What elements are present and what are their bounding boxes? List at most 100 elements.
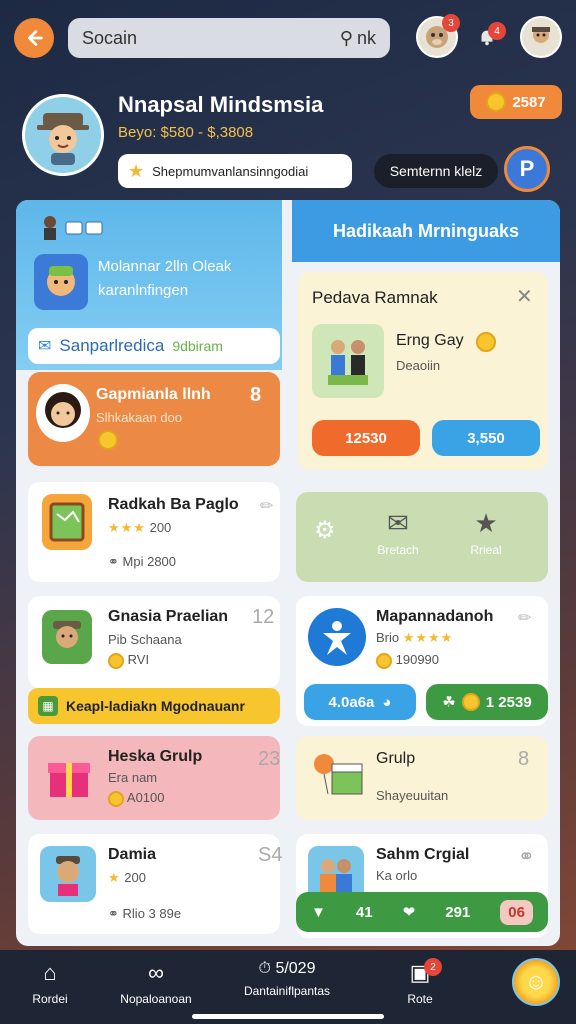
- list-card[interactable]: Mapannadanoh Brio ★★★★ 190990 ✏ 4.0a6a ◕ …: [296, 596, 548, 726]
- list-card[interactable]: Heska Grulp Era nam A0100 23: [28, 736, 280, 820]
- search-input[interactable]: Socain: [82, 28, 340, 49]
- notification-badge: 4: [488, 22, 506, 40]
- card-stats-bar[interactable]: ▼ 41 ❤ 291 06: [296, 892, 548, 932]
- popup-title: Pedava Ramnak: [312, 288, 438, 307]
- discover-suffix: 9dbiram: [172, 338, 223, 354]
- coin-balance[interactable]: 2587: [470, 85, 562, 119]
- cart-icon: ◕: [382, 693, 392, 711]
- popup-right-button[interactable]: 3,550: [432, 420, 540, 456]
- search-bar[interactable]: Socain ⚲ nk: [68, 18, 390, 58]
- gift-box-icon: [48, 763, 90, 797]
- nav-item-timer[interactable]: ⏱ 5/029 Dantainiflpantas: [232, 960, 342, 998]
- smile-coin-icon: [108, 790, 124, 807]
- right-header-title: Hadikaah Mrninguaks: [332, 220, 520, 241]
- network-icon: ∞: [148, 960, 164, 985]
- highlight-card[interactable]: Gapmianla llnh Slhkakaan doo 8: [28, 372, 280, 466]
- list-card[interactable]: Damia ★ 200 ⚭ Rlio 3 89e S4: [28, 834, 282, 934]
- timer-value: 5/029: [275, 960, 316, 977]
- card-thumbnail: [42, 610, 92, 664]
- card-badge: ⚭: [518, 846, 535, 868]
- stat-value: 41: [355, 903, 373, 921]
- profile-name: Nnapsal Mindsmsia: [118, 92, 324, 117]
- help-icon: P: [519, 156, 535, 181]
- smile-coin-icon: [476, 332, 496, 352]
- nav-item-game[interactable]: ▣ Rote 2: [370, 958, 470, 1006]
- card-title: Damia: [108, 846, 157, 863]
- card-title: Sahm Crgial: [376, 846, 470, 863]
- timer-icon: ⏱ 5/029: [258, 960, 316, 977]
- star-icon: ★: [128, 160, 145, 181]
- envelope-open-icon: ✉: [387, 508, 409, 538]
- nav-label: Rote: [407, 992, 433, 1006]
- card-badge: 12: [252, 606, 275, 628]
- highlight-subtitle: Slhkakaan doo: [96, 410, 183, 425]
- nav-label: Nopaloanoan: [120, 992, 192, 1006]
- card-green-button[interactable]: ☘ 1 2539: [426, 684, 548, 720]
- popup-item-title: Erng Gay: [396, 332, 464, 349]
- group-people-icon: [328, 340, 368, 385]
- explorer-icon: [53, 621, 81, 648]
- profile-avatar[interactable]: [22, 94, 104, 176]
- card-title: Radkah Ba Paglo: [108, 496, 239, 513]
- action-left[interactable]: ✉ Bretach: [368, 508, 428, 557]
- game-icon: ▣: [409, 960, 431, 985]
- stat-value: 06: [500, 899, 533, 925]
- left-header-area: Molannar 2lln Oleak karanlnfingen ✉ Sanp…: [16, 200, 282, 370]
- discover-bar[interactable]: ✉ Sanparlredica 9dbiram: [28, 328, 280, 364]
- smile-coin-icon: [98, 430, 118, 450]
- search-suffix: nk: [356, 27, 376, 48]
- list-card[interactable]: Sahm Crgial Ka orlo ⚭ ▼ 41 ❤ 291 06: [296, 834, 548, 938]
- map-icon: [49, 502, 85, 542]
- list-card[interactable]: Grulp Shayeuuitan 8: [296, 736, 548, 820]
- status-text: Shepmumvanlansinngodiai: [152, 163, 309, 179]
- puzzle-icon[interactable]: ⚙: [314, 516, 336, 545]
- smile-coin-icon: [108, 652, 124, 669]
- action-card: ⚙ ✉ Bretach ★ Rrieal: [296, 492, 548, 582]
- sun-icon: ☺: [524, 969, 548, 994]
- heart-icon: ❤: [402, 904, 416, 921]
- gift-icon: ▦: [38, 696, 58, 716]
- card-meta: 190990: [376, 652, 439, 669]
- card-thumbnail: [42, 748, 96, 804]
- help-button[interactable]: P: [504, 146, 550, 192]
- sun-avatar-button[interactable]: ☺: [512, 958, 560, 1006]
- nav-item-home[interactable]: ⌂ Rordei: [0, 960, 100, 1006]
- close-icon[interactable]: ✕: [516, 284, 533, 309]
- friend-avatar[interactable]: 3: [416, 14, 460, 58]
- back-button[interactable]: [14, 18, 54, 58]
- edit-icon[interactable]: ✏: [518, 608, 531, 628]
- link-icon: ⚭: [108, 554, 119, 569]
- bottom-nav: ⌂ Rordei ∞ Nopaloanoan ⏱ 5/029 Dantainif…: [0, 950, 576, 1024]
- settings-pill-button[interactable]: Semternn klelz: [374, 154, 498, 188]
- mini-avatar-icon: [44, 216, 103, 240]
- popup-left-button[interactable]: 12530: [312, 420, 420, 456]
- list-card[interactable]: Gnasia Praelian Pib Schaana RVI 12: [28, 596, 280, 688]
- popup-thumbnail: [312, 324, 384, 398]
- smile-coin-icon: [461, 693, 480, 711]
- card-blue-button[interactable]: 4.0a6a ◕: [304, 684, 416, 720]
- search-icon[interactable]: ⚲: [340, 28, 353, 49]
- edit-icon[interactable]: ✏: [260, 496, 273, 516]
- nav-label: Dantainiflpantas: [243, 984, 331, 998]
- notification-button[interactable]: 4: [466, 16, 508, 58]
- link-icon: ⚭: [108, 906, 119, 921]
- card-title: Grulp: [376, 750, 416, 767]
- star-rating-icon: ★★★★: [402, 630, 454, 645]
- user-avatar[interactable]: [520, 16, 562, 58]
- card-subtitle: Era nam: [108, 770, 158, 785]
- person-star-icon: [323, 621, 351, 655]
- feature-subtitle: karanlnfingen: [98, 282, 189, 299]
- arrow-left-icon: [28, 30, 43, 46]
- action-right[interactable]: ★ Rrieal: [456, 508, 516, 557]
- action-right-label: Rrieal: [470, 543, 502, 557]
- list-card[interactable]: Radkah Ba Paglo ★★★ 200 ⚭ Mpi 2800 ✏: [28, 482, 280, 582]
- highlight-avatar: [36, 384, 90, 442]
- status-pill[interactable]: ★ Shepmumvanlansinngodiai: [118, 154, 352, 188]
- right-header: Hadikaah Mrninguaks: [292, 200, 560, 262]
- promo-banner[interactable]: ▦ Keapl-ladiakn Mgodnauanr: [28, 688, 280, 724]
- card-rating: ★★★ 200: [108, 520, 172, 535]
- nav-item-network[interactable]: ∞ Nopaloanoan: [106, 960, 206, 1006]
- card-badge: 23: [258, 748, 281, 770]
- stat-value: 291: [445, 903, 471, 921]
- main-panel: Molannar 2lln Oleak karanlnfingen ✉ Sanp…: [16, 200, 560, 946]
